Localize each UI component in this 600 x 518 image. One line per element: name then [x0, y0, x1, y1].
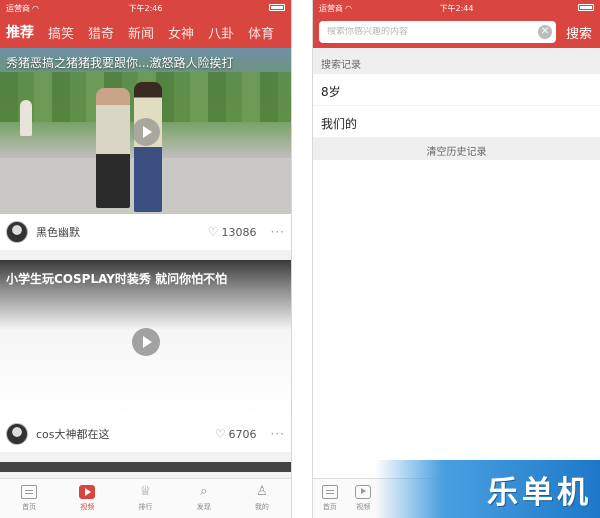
status-bar: 运营商 ◠ 下午2:46 — [0, 0, 291, 16]
play-button[interactable] — [131, 328, 160, 356]
avatar[interactable] — [6, 221, 28, 243]
tab-news[interactable]: 新闻 — [128, 23, 154, 42]
tab-recommend[interactable]: 推荐 — [6, 22, 34, 42]
tab-gossip[interactable]: 八卦 — [208, 23, 234, 42]
video-card[interactable]: 小学生玩COSPLAY时装秀 就问你怕不怕 cos大神都在这 ♡ 6706 ··· — [0, 260, 291, 452]
thumbnail-person — [134, 82, 162, 212]
like-button[interactable]: ♡ 6706 — [215, 427, 257, 441]
tab-curiosity[interactable]: 猎奇 — [88, 23, 114, 42]
video-thumbnail[interactable]: 小学生玩COSPLAY时装秀 就问你怕不怕 — [0, 260, 291, 416]
play-button[interactable] — [131, 118, 160, 146]
tab-video[interactable]: 视频 — [58, 479, 116, 518]
more-options-icon[interactable]: ··· — [271, 427, 285, 441]
battery-icon — [269, 4, 285, 11]
crown-icon: ♕ — [139, 484, 152, 499]
like-count: 13086 — [221, 225, 257, 239]
avatar[interactable] — [6, 423, 28, 445]
search-screen: 运营商◠ 下午2:44 ✕ 搜索 搜索记录 8岁 我们的 清空历史记录 首页 视… — [312, 0, 600, 518]
video-icon — [355, 485, 372, 499]
home-icon — [321, 485, 338, 499]
video-title: 小学生玩COSPLAY时装秀 就问你怕不怕 — [6, 272, 228, 286]
like-count: 6706 — [228, 427, 257, 441]
tab-profile[interactable]: ♙ 我的 — [233, 479, 291, 518]
tab-ranking[interactable]: ♕ 排行 — [116, 479, 174, 518]
tab-label: 我的 — [254, 503, 269, 511]
status-bar: 运营商 ◠ 下午2:44 — [313, 0, 600, 16]
tab-home[interactable]: 首页 — [0, 479, 58, 518]
watermark: 乐单机 — [375, 460, 600, 518]
clear-icon[interactable]: ✕ — [537, 25, 552, 39]
video-card-footer: 黑色幽默 ♡ 13086 ··· — [0, 214, 291, 250]
thumbnail-person — [20, 100, 32, 136]
author-name[interactable]: 黑色幽默 — [36, 224, 208, 240]
status-time: 下午2:46 — [128, 4, 163, 13]
bottom-tab-bar: 首页 视频 ♕ 排行 ⌕ 发现 ♙ 我的 — [0, 478, 291, 518]
heart-icon: ♡ — [214, 427, 226, 441]
search-button[interactable]: 搜索 — [566, 23, 592, 42]
search-history-header: 搜索记录 — [313, 48, 600, 74]
video-title: 秀猪恶搞之猪猪我要跟你...激怒路人险挨打 — [6, 56, 234, 70]
watermark-text: 乐单机 — [487, 474, 592, 511]
heart-icon: ♡ — [207, 225, 219, 239]
tab-sports[interactable]: 体育 — [248, 23, 274, 42]
tab-label: 发现 — [196, 503, 211, 511]
search-header-bar: 运营商◠ 下午2:44 ✕ 搜索 — [313, 0, 600, 48]
search-icon: ⌕ — [200, 484, 208, 499]
history-item[interactable]: 我们的 — [313, 106, 600, 138]
profile-icon: ♙ — [256, 484, 268, 499]
tab-discover[interactable]: ⌕ 发现 — [175, 479, 233, 518]
channel-tabs: 推荐 搞笑 猎奇 新闻 女神 八卦 体育 — [0, 16, 291, 48]
battery-icon — [578, 4, 594, 11]
home-icon — [21, 485, 38, 499]
header-bar: 运营商 ◠ 下午2:46 推荐 搞笑 猎奇 新闻 女神 八卦 体育 — [0, 0, 291, 48]
video-thumbnail[interactable] — [0, 462, 291, 472]
thumbnail-person — [96, 88, 130, 208]
search-input[interactable] — [327, 27, 538, 37]
search-box[interactable]: ✕ — [319, 21, 556, 43]
video-card[interactable]: 秀猪恶搞之猪猪我要跟你...激怒路人险挨打 黑色幽默 ♡ 13086 ··· — [0, 48, 291, 250]
tab-home[interactable]: 首页 — [313, 479, 347, 518]
video-thumbnail[interactable]: 秀猪恶搞之猪猪我要跟你...激怒路人险挨打 — [0, 48, 291, 214]
clear-history-button[interactable]: 清空历史记录 — [313, 138, 600, 160]
status-time: 下午2:44 — [439, 4, 474, 13]
more-options-icon[interactable]: ··· — [271, 225, 285, 239]
tab-label: 视频 — [356, 503, 371, 511]
history-item[interactable]: 8岁 — [313, 74, 600, 106]
tab-goddess[interactable]: 女神 — [168, 23, 194, 42]
author-name[interactable]: cos大神都在这 — [36, 426, 215, 442]
video-feed-screen: 运营商 ◠ 下午2:46 推荐 搞笑 猎奇 新闻 女神 八卦 体育 秀猪恶搞之猪猪… — [0, 0, 292, 518]
search-header: ✕ 搜索 — [313, 16, 600, 48]
video-feed: 秀猪恶搞之猪猪我要跟你...激怒路人险挨打 黑色幽默 ♡ 13086 ··· 小学… — [0, 48, 291, 478]
video-card-footer: cos大神都在这 ♡ 6706 ··· — [0, 416, 291, 452]
tab-label: 首页 — [22, 503, 37, 511]
tab-label: 首页 — [322, 503, 337, 511]
tab-label: 排行 — [138, 503, 153, 511]
video-card[interactable] — [0, 462, 291, 472]
tab-label: 视频 — [80, 503, 95, 511]
video-icon — [79, 485, 96, 499]
tab-funny[interactable]: 搞笑 — [48, 23, 74, 42]
like-button[interactable]: ♡ 13086 — [208, 225, 257, 239]
